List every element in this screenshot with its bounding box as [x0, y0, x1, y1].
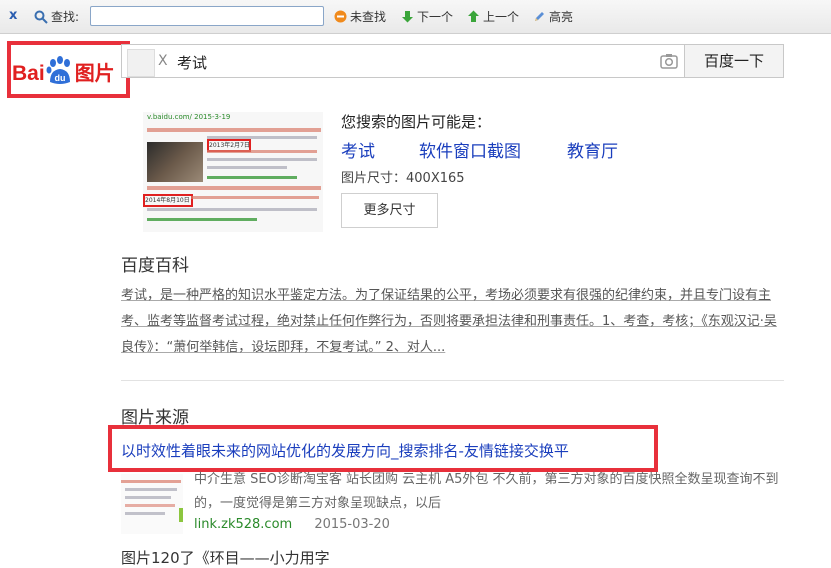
tag-link-education-office[interactable]: 教育厅 [567, 137, 618, 162]
source-meta: link.zk528.com 2015-03-20 [194, 517, 390, 532]
close-find-button[interactable]: x [9, 8, 17, 23]
camera-icon[interactable] [659, 52, 679, 74]
next-result-title[interactable]: 图片120了《环目——小力用字 [121, 547, 330, 568]
baike-heading: 百度百科 [121, 256, 189, 276]
result-preview-image[interactable]: v.baidu.com/ 2015-3-19 2013年2月7日 2014年8月… [143, 112, 323, 232]
source-thumbnail[interactable] [121, 474, 183, 534]
tag-link-exam[interactable]: 考试 [341, 137, 375, 162]
svg-text:du: du [54, 73, 65, 83]
section-divider [121, 380, 784, 381]
source-description: 中介生意 SEO诊断淘宝客 站长团购 云主机 A5外包 不久前，第三方对象的百度… [194, 472, 779, 511]
find-input[interactable] [90, 6, 324, 26]
query-thumbnail [127, 49, 155, 77]
baike-summary-link[interactable]: 考试，是一种严格的知识水平鉴定方法。为了保证结果的公平，考场必须要求有很强的纪律… [121, 283, 784, 361]
search-box[interactable]: X 考试 [121, 44, 685, 78]
arrow-down-icon [402, 11, 413, 23]
orange-circle-icon [334, 10, 347, 23]
magnifier-icon [34, 10, 48, 24]
clear-query-button[interactable]: X [158, 53, 168, 69]
image-size-text: 图片尺寸：400X165 [341, 171, 465, 186]
source-title-link[interactable]: 以时效性着眼未来的网站优化的发展方向_搜索排名-友情链接交换平 [121, 440, 569, 461]
source-url-link[interactable]: link.zk528.com [194, 517, 292, 532]
find-next-button[interactable]: 下一个 [401, 8, 453, 25]
arrow-up-icon [468, 10, 479, 22]
search-button[interactable]: 百度一下 [684, 44, 784, 78]
find-prev-button[interactable]: 上一个 [467, 8, 519, 25]
tag-link-software-screenshot[interactable]: 软件窗口截图 [419, 137, 521, 162]
find-toolbar: x 查找: 未查找 下一个 上一个 高亮 [0, 0, 831, 34]
more-sizes-button[interactable]: 更多尺寸 [341, 193, 438, 228]
baidu-image-logo[interactable]: Bai du 图片 [12, 48, 115, 86]
search-input[interactable]: 考试 [177, 52, 207, 73]
paw-icon: du [46, 56, 74, 86]
find-label: 查找: [34, 8, 79, 25]
maybe-heading: 您搜索的图片可能是： [341, 113, 492, 131]
source-date: 2015-03-20 [314, 517, 390, 532]
highlight-button[interactable]: 高亮 [533, 8, 573, 25]
not-found-button[interactable]: 未查找 [334, 8, 386, 25]
pencil-icon [535, 12, 544, 21]
